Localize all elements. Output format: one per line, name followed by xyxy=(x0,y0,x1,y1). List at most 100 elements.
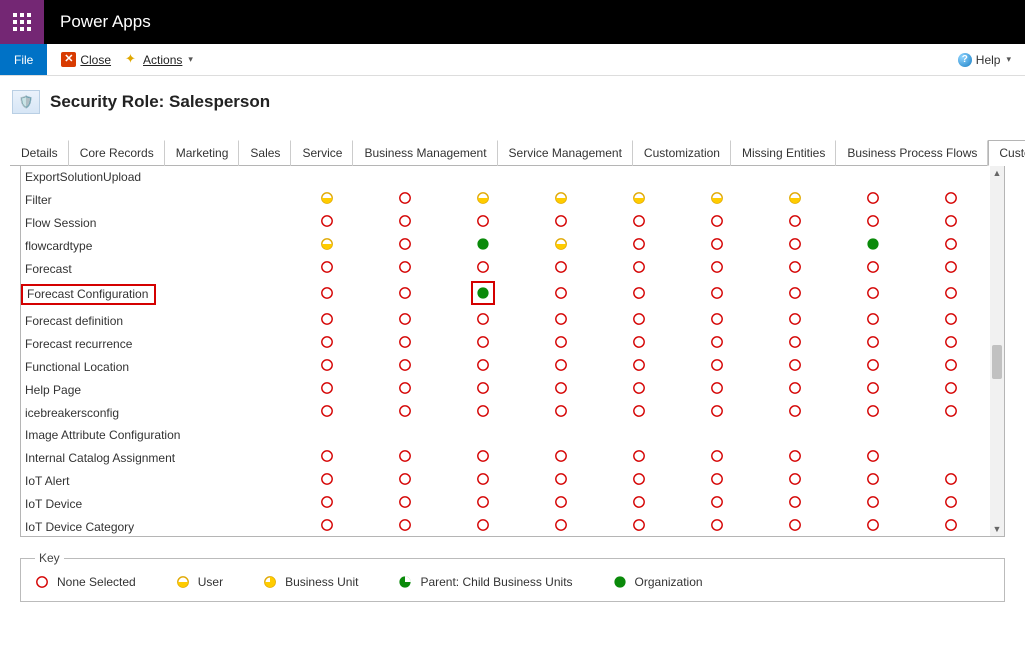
privilege-toggle[interactable] xyxy=(710,335,724,349)
privilege-toggle[interactable] xyxy=(944,260,958,274)
privilege-toggle[interactable] xyxy=(476,260,490,274)
privilege-toggle[interactable] xyxy=(788,260,802,274)
entity-name-cell[interactable]: Help Page xyxy=(21,378,288,401)
entity-name-cell[interactable]: Forecast definition xyxy=(21,309,288,332)
entity-name-cell[interactable]: Image Attribute Configuration xyxy=(21,424,288,446)
tab-sales[interactable]: Sales xyxy=(239,140,291,166)
privilege-toggle[interactable] xyxy=(710,312,724,326)
privilege-toggle[interactable] xyxy=(710,237,724,251)
tab-service-management[interactable]: Service Management xyxy=(498,140,633,166)
privilege-toggle[interactable] xyxy=(788,312,802,326)
privilege-toggle[interactable] xyxy=(866,312,880,326)
privilege-toggle[interactable] xyxy=(944,237,958,251)
file-menu-button[interactable]: File xyxy=(0,44,47,75)
privilege-toggle[interactable] xyxy=(398,260,412,274)
privilege-toggle[interactable] xyxy=(710,286,724,300)
privilege-toggle[interactable] xyxy=(554,381,568,395)
privilege-toggle[interactable] xyxy=(632,286,646,300)
privilege-toggle[interactable] xyxy=(398,495,412,509)
privilege-toggle[interactable] xyxy=(866,472,880,486)
privilege-toggle[interactable] xyxy=(554,335,568,349)
privilege-toggle[interactable] xyxy=(632,472,646,486)
privilege-toggle[interactable] xyxy=(866,286,880,300)
entity-name-cell[interactable]: Flow Session xyxy=(21,211,288,234)
entity-name-cell[interactable]: flowcardtype xyxy=(21,234,288,257)
privilege-toggle[interactable] xyxy=(788,286,802,300)
privilege-toggle[interactable] xyxy=(944,191,958,205)
entity-name-cell[interactable]: Forecast Configuration xyxy=(21,280,288,309)
privilege-toggle[interactable] xyxy=(476,404,490,418)
privilege-toggle[interactable] xyxy=(320,237,334,251)
privilege-toggle[interactable] xyxy=(788,214,802,228)
privilege-toggle[interactable] xyxy=(554,404,568,418)
privilege-toggle[interactable] xyxy=(632,358,646,372)
privilege-toggle[interactable] xyxy=(866,518,880,532)
privilege-toggle[interactable] xyxy=(554,312,568,326)
privilege-toggle[interactable] xyxy=(866,260,880,274)
scrollbar-track[interactable] xyxy=(990,180,1004,522)
privilege-toggle[interactable] xyxy=(788,191,802,205)
privilege-toggle[interactable] xyxy=(476,237,490,251)
privilege-toggle[interactable] xyxy=(476,214,490,228)
privilege-toggle[interactable] xyxy=(554,518,568,532)
privilege-toggle[interactable] xyxy=(866,404,880,418)
privilege-toggle[interactable] xyxy=(632,312,646,326)
privilege-toggle[interactable] xyxy=(476,449,490,463)
privilege-toggle[interactable] xyxy=(632,335,646,349)
privilege-toggle[interactable] xyxy=(554,237,568,251)
privilege-toggle[interactable] xyxy=(788,449,802,463)
privilege-toggle[interactable] xyxy=(632,214,646,228)
privilege-toggle[interactable] xyxy=(866,214,880,228)
privilege-toggle[interactable] xyxy=(476,518,490,532)
privilege-toggle[interactable] xyxy=(320,449,334,463)
privilege-toggle[interactable] xyxy=(554,358,568,372)
entity-name-cell[interactable]: IoT Device Category xyxy=(21,515,288,536)
tab-details[interactable]: Details xyxy=(10,140,69,166)
privilege-toggle[interactable] xyxy=(398,286,412,300)
tab-business-management[interactable]: Business Management xyxy=(353,140,497,166)
privilege-toggle[interactable] xyxy=(554,191,568,205)
entity-name-cell[interactable]: Functional Location xyxy=(21,355,288,378)
privilege-toggle[interactable] xyxy=(710,358,724,372)
privilege-toggle[interactable] xyxy=(398,518,412,532)
privilege-toggle[interactable] xyxy=(944,214,958,228)
tab-missing-entities[interactable]: Missing Entities xyxy=(731,140,836,166)
vertical-scrollbar[interactable]: ▲ ▼ xyxy=(990,166,1004,536)
privilege-toggle[interactable] xyxy=(398,191,412,205)
privilege-toggle[interactable] xyxy=(398,358,412,372)
help-menu-button[interactable]: ? Help ▾ xyxy=(958,44,1025,75)
privilege-toggle[interactable] xyxy=(944,312,958,326)
privilege-toggle[interactable] xyxy=(788,518,802,532)
privilege-toggle[interactable] xyxy=(710,404,724,418)
privilege-toggle[interactable] xyxy=(320,358,334,372)
scroll-up-button[interactable]: ▲ xyxy=(990,166,1004,180)
actions-menu-button[interactable]: Actions ▾ xyxy=(125,53,193,67)
privilege-toggle[interactable] xyxy=(320,214,334,228)
privilege-toggle[interactable] xyxy=(944,335,958,349)
privilege-toggle[interactable] xyxy=(320,335,334,349)
privilege-toggle[interactable] xyxy=(788,381,802,395)
privilege-toggle[interactable] xyxy=(866,495,880,509)
privilege-toggle[interactable] xyxy=(944,404,958,418)
privilege-toggle[interactable] xyxy=(476,335,490,349)
privilege-toggle[interactable] xyxy=(710,214,724,228)
privilege-toggle[interactable] xyxy=(710,472,724,486)
entity-name-cell[interactable]: Forecast recurrence xyxy=(21,332,288,355)
tab-business-process-flows[interactable]: Business Process Flows xyxy=(836,140,988,166)
close-button[interactable]: ✕ Close xyxy=(61,52,111,67)
privilege-toggle[interactable] xyxy=(710,495,724,509)
privilege-toggle[interactable] xyxy=(788,472,802,486)
privilege-toggle[interactable] xyxy=(710,260,724,274)
privilege-toggle[interactable] xyxy=(788,495,802,509)
privilege-toggle[interactable] xyxy=(398,237,412,251)
privilege-toggle[interactable] xyxy=(866,335,880,349)
privilege-toggle[interactable] xyxy=(554,495,568,509)
privilege-toggle[interactable] xyxy=(788,335,802,349)
privilege-toggle[interactable] xyxy=(473,283,493,303)
privilege-toggle[interactable] xyxy=(632,518,646,532)
privilege-toggle[interactable] xyxy=(632,381,646,395)
privilege-toggle[interactable] xyxy=(476,191,490,205)
privilege-toggle[interactable] xyxy=(788,237,802,251)
privilege-toggle[interactable] xyxy=(632,404,646,418)
privilege-toggle[interactable] xyxy=(710,381,724,395)
